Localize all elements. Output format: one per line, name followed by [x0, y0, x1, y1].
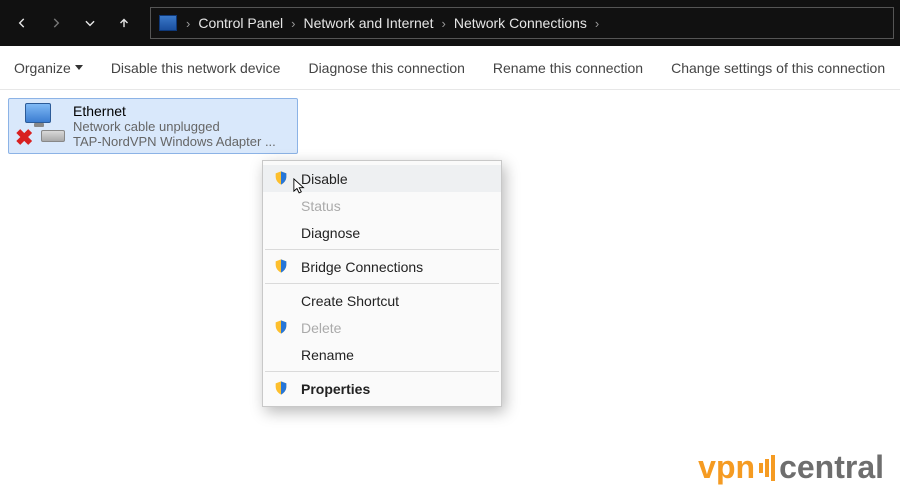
command-toolbar: Organize Disable this network device Dia… [0, 46, 900, 90]
content-pane: ✖ Ethernet Network cable unplugged TAP-N… [0, 90, 900, 162]
caret-down-icon [75, 65, 83, 70]
cursor-icon [293, 178, 307, 196]
menu-properties[interactable]: Properties [263, 375, 501, 402]
shield-icon [273, 319, 289, 335]
breadcrumb-item[interactable]: Network Connections [451, 13, 590, 33]
pc-icon [159, 15, 177, 31]
chevron-right-icon: › [288, 16, 298, 31]
organize-label: Organize [14, 60, 71, 76]
menu-label: Diagnose [301, 225, 360, 241]
adapter-device: TAP-NordVPN Windows Adapter ... [73, 134, 291, 149]
menu-label: Create Shortcut [301, 293, 399, 309]
adapter-status: Network cable unplugged [73, 119, 291, 134]
menu-label: Disable [301, 171, 348, 187]
watermark-left: vpn [698, 449, 755, 486]
chevron-right-icon: › [438, 16, 448, 31]
shield-icon [273, 170, 289, 186]
menu-separator [265, 371, 499, 372]
breadcrumb-item[interactable]: Control Panel [195, 13, 286, 33]
disable-device-button[interactable]: Disable this network device [111, 60, 281, 76]
context-menu: Disable Status Diagnose Bridge Connectio… [262, 160, 502, 407]
forward-button[interactable] [40, 7, 72, 39]
network-adapter-item[interactable]: ✖ Ethernet Network cable unplugged TAP-N… [8, 98, 298, 154]
menu-label: Rename [301, 347, 354, 363]
menu-delete: Delete [263, 314, 501, 341]
menu-label: Delete [301, 320, 341, 336]
address-bar: › Control Panel › Network and Internet ›… [0, 0, 900, 46]
menu-rename[interactable]: Rename [263, 341, 501, 368]
menu-diagnose[interactable]: Diagnose [263, 219, 501, 246]
menu-label: Bridge Connections [301, 259, 423, 275]
up-button[interactable] [108, 7, 140, 39]
change-settings-button[interactable]: Change settings of this connection [671, 60, 885, 76]
signal-icon [759, 455, 775, 481]
adapter-name: Ethernet [73, 103, 291, 119]
adapter-icon: ✖ [15, 103, 67, 147]
menu-label: Status [301, 198, 341, 214]
menu-separator [265, 249, 499, 250]
breadcrumb-bar[interactable]: › Control Panel › Network and Internet ›… [150, 7, 894, 39]
watermark-logo: vpn central [698, 449, 884, 486]
error-x-icon: ✖ [15, 129, 33, 147]
back-button[interactable] [6, 7, 38, 39]
shield-icon [273, 380, 289, 396]
breadcrumb-item[interactable]: Network and Internet [301, 13, 437, 33]
menu-create-shortcut[interactable]: Create Shortcut [263, 287, 501, 314]
shield-icon [273, 258, 289, 274]
diagnose-button[interactable]: Diagnose this connection [308, 60, 464, 76]
chevron-right-icon: › [183, 16, 193, 31]
watermark-right: central [779, 449, 884, 486]
chevron-right-icon: › [592, 16, 602, 31]
recent-dropdown-button[interactable] [74, 7, 106, 39]
menu-separator [265, 283, 499, 284]
rename-button[interactable]: Rename this connection [493, 60, 643, 76]
menu-bridge[interactable]: Bridge Connections [263, 253, 501, 280]
menu-status: Status [263, 192, 501, 219]
organize-menu[interactable]: Organize [14, 60, 83, 76]
menu-label: Properties [301, 381, 370, 397]
